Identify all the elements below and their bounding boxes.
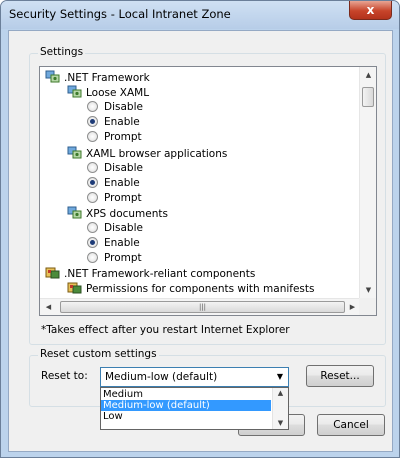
radio-option[interactable]: Prompt [87,130,142,145]
horizontal-scroll-thumb[interactable]: ||| [60,301,345,313]
tree-row-label: .NET Framework-reliant components [64,268,256,281]
settings-group-label: Settings [38,46,86,58]
radio-option[interactable]: Disable [87,161,143,176]
tree-row-label: Enable [104,116,140,129]
settings-tree[interactable]: .NET Framework Loose XAML Disable Enable Pro… [39,66,377,316]
reset-level-value: Medium-low (default) [105,371,218,383]
dropdown-scroll-down-icon[interactable]: ▼ [273,415,288,432]
radio-button-icon[interactable] [87,191,98,203]
radio-option[interactable]: Enable [87,236,140,251]
security-settings-window: Security Settings - Local Intranet Zone … [0,0,400,458]
tree-row-label: Disable [104,101,143,114]
dropdown-option[interactable]: Medium [101,389,271,400]
radio-button-icon[interactable] [87,176,98,188]
tree-row-label: Disable [104,222,143,234]
tree-row-label: Loose XAML [86,87,150,100]
tree-row-label: Enable [104,237,140,250]
restart-note: *Takes effect after you restart Internet… [41,324,290,336]
tree-row-label: Enable [104,176,140,189]
tree-row-label: .NET Framework [64,72,150,84]
tree-setting[interactable]: Loose XAML [67,85,149,100]
radio-button-icon[interactable] [87,131,98,143]
title-bar[interactable]: Security Settings - Local Intranet Zone … [1,1,399,29]
tree-category[interactable]: .NET Framework [45,70,150,85]
tree-row-label: Disable [104,161,143,174]
tree-row-label: XAML browser applications [86,147,228,160]
tree-setting[interactable]: XAML browser applications [67,146,227,161]
dropdown-option[interactable]: Low [101,411,271,422]
radio-option[interactable]: Enable [87,176,140,191]
radio-button-icon[interactable] [87,252,98,264]
tree-setting[interactable]: XPS documents [67,206,168,221]
radio-button-icon[interactable] [87,116,98,128]
reset-button[interactable]: Reset... [306,365,374,387]
horizontal-scrollbar[interactable]: ◀ ||| ▶ [40,298,361,315]
tree-category[interactable]: .NET Framework-reliant components [45,266,255,281]
reset-level-dropdown-list[interactable]: Medium Medium-low (default) Low ▲ ▼ [100,387,289,430]
reset-to-label: Reset to: [41,370,88,382]
tree-row-label: XPS documents [86,207,168,220]
dotnet-settings-icon [67,85,82,98]
radio-button-icon[interactable] [87,161,98,173]
tree-setting[interactable]: Permissions for components with manifest… [67,281,315,296]
tree-row-label: Prompt [104,191,142,204]
dotnet-settings-icon [45,70,60,83]
dropdown-option[interactable]: Medium-low (default) [101,400,271,411]
tree-row-label: Prompt [104,252,142,265]
radio-option[interactable]: Disable [87,100,143,115]
dotnet-settings-icon [67,206,82,219]
scroll-down-arrow-icon[interactable]: ▼ [360,282,376,299]
component-settings-icon [67,281,82,294]
scroll-corner [359,298,376,315]
radio-option[interactable]: Prompt [87,191,142,206]
dropdown-scrollbar[interactable]: ▲ ▼ [272,388,288,429]
tree-row-label: Permissions for components with manifest… [86,283,315,296]
radio-button-icon[interactable] [87,101,98,113]
dropdown-scroll-up-icon[interactable]: ▲ [273,385,288,402]
vertical-scrollbar[interactable]: ▲ ▼ [359,67,376,299]
radio-button-icon[interactable] [87,222,98,233]
component-settings-icon [45,266,60,279]
tree-row-label: Prompt [104,131,142,144]
window-title: Security Settings - Local Intranet Zone [9,7,231,21]
scroll-up-arrow-icon[interactable]: ▲ [360,67,376,84]
radio-button-icon[interactable] [87,237,98,249]
dotnet-settings-icon [67,146,82,159]
vertical-scroll-thumb[interactable] [362,87,374,107]
close-button[interactable]: x [349,1,392,20]
radio-option[interactable]: Enable [87,115,140,130]
cancel-button[interactable]: Cancel [317,414,385,436]
reset-level-select[interactable]: Medium-low (default) ▼ [100,367,289,387]
scroll-left-arrow-icon[interactable]: ◀ [40,299,57,315]
radio-option[interactable]: Prompt [87,251,142,266]
reset-group-label: Reset custom settings [38,348,159,360]
close-icon: x [366,3,375,17]
chevron-down-icon: ▼ [276,372,283,381]
radio-option[interactable]: Disable [87,221,143,236]
